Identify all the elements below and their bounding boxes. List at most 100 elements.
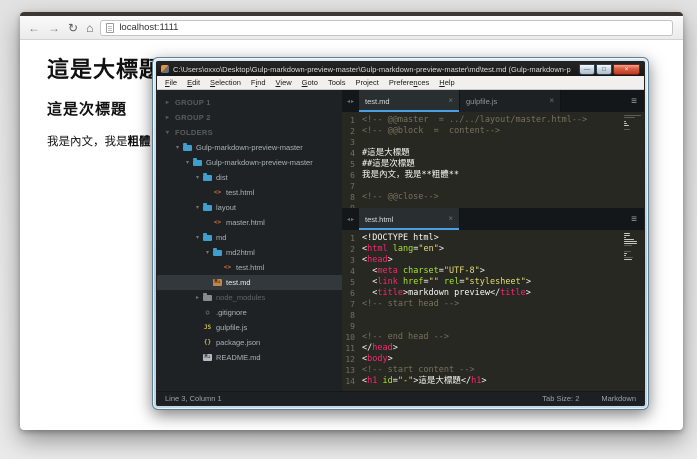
js-file-icon: JS bbox=[203, 324, 212, 331]
tab-close-icon[interactable]: × bbox=[549, 97, 554, 105]
sublime-app-icon bbox=[161, 65, 169, 73]
tab-overflow-menu-icon[interactable]: ≡ bbox=[624, 208, 644, 230]
code-line: 12 < body > bbox=[342, 354, 644, 365]
code-editor-bottom[interactable]: 1 <!DOCTYPE html> 2 < html lang = "en" >3 < head >… bbox=[342, 230, 644, 391]
tree-item-label: Gulp-markdown-preview-master bbox=[206, 158, 313, 167]
tree-item-label: test.html bbox=[226, 188, 255, 197]
tab-gulpfile-js[interactable]: gulpfile.js × bbox=[460, 90, 561, 112]
menu-help[interactable]: Help bbox=[434, 78, 459, 87]
menu-edit[interactable]: Edit bbox=[182, 78, 205, 87]
tree-item-dist[interactable]: ▾ dist bbox=[157, 170, 342, 185]
window-controls: — □ × bbox=[579, 63, 640, 75]
line-number: 12 bbox=[345, 355, 355, 364]
tree-item-readme-md[interactable]: M↓ README.md bbox=[157, 350, 342, 365]
close-button[interactable]: × bbox=[613, 63, 640, 75]
code-line: 2 <!-- @@block = content--> bbox=[342, 126, 644, 137]
code-line: 3 < head > bbox=[342, 255, 644, 266]
tab-scroll-arrows[interactable]: ◂ ▸ bbox=[342, 90, 359, 112]
md-file-icon: M↓ bbox=[213, 279, 222, 286]
line-number: 1 bbox=[350, 116, 355, 125]
tree-item-package-json[interactable]: {} package.json bbox=[157, 335, 342, 350]
menu-file[interactable]: File bbox=[160, 78, 182, 87]
code-line: 5 < link href = "" rel = "stylesheet" > bbox=[342, 277, 644, 288]
sidebar-group-group-2[interactable]: ▸ GROUP 2 bbox=[157, 110, 342, 125]
folder-icon bbox=[202, 292, 213, 301]
code-line: 6 < title >markdown preview</title > bbox=[342, 288, 644, 299]
menu-tools[interactable]: Tools bbox=[323, 78, 351, 87]
tree-item--gitignore[interactable]: ○ .gitignore bbox=[157, 305, 342, 320]
menu-goto[interactable]: Goto bbox=[297, 78, 323, 87]
folder-icon bbox=[202, 232, 213, 241]
tab-label: gulpfile.js bbox=[466, 96, 498, 106]
tree-item-layout[interactable]: ▾ layout bbox=[157, 200, 342, 215]
folder-icon bbox=[202, 202, 213, 211]
tree-item-node-modules[interactable]: ▸ node_modules bbox=[157, 290, 342, 305]
tree-item-label: GROUP 2 bbox=[175, 113, 211, 122]
tab-label: test.md bbox=[365, 96, 390, 106]
sidebar-group-folders[interactable]: ▾ FOLDERS bbox=[157, 125, 342, 140]
line-number: 1 bbox=[350, 234, 355, 243]
line-number: 3 bbox=[350, 138, 355, 147]
window-title: C:\Users\oxxo\Desktop\Gulp-markdown-prev… bbox=[173, 64, 571, 74]
back-icon[interactable]: ← bbox=[28, 22, 40, 34]
window-titlebar[interactable]: C:\Users\oxxo\Desktop\Gulp-markdown-prev… bbox=[157, 62, 644, 76]
menu-project[interactable]: Project bbox=[350, 78, 383, 87]
tree-item-md2html[interactable]: ▾ md2html bbox=[157, 245, 342, 260]
body-text: 我是內文，我是 bbox=[47, 136, 128, 148]
forward-icon[interactable]: → bbox=[48, 22, 60, 34]
chevron-right-icon: ▸ bbox=[165, 100, 170, 106]
sidebar-file-tree[interactable]: ▸ GROUP 1 ▸ GROUP 2 ▾ FOLDERS ▾ Gulp-markdown-p… bbox=[157, 90, 342, 391]
tree-item-gulp-markdown-preview-master[interactable]: ▾ Gulp-markdown-preview-master bbox=[157, 155, 342, 170]
tree-item-gulp-markdown-preview-master[interactable]: ▾ Gulp-markdown-preview-master bbox=[157, 140, 342, 155]
body-bold-text: 粗體 bbox=[127, 136, 151, 148]
tab-scroll-arrows[interactable]: ◂ ▸ bbox=[342, 208, 359, 230]
tab-next-icon[interactable]: ▸ bbox=[351, 98, 354, 105]
reload-icon[interactable]: ↻ bbox=[68, 22, 78, 34]
code-editor-top[interactable]: 1 <!-- @@master = ../../layout/master.htm… bbox=[342, 112, 644, 208]
code-line: 13 <!-- start content --> bbox=[342, 365, 644, 376]
tree-item-label: md bbox=[216, 233, 227, 242]
tree-item-label: layout bbox=[216, 203, 237, 212]
tree-item-test-html[interactable]: <> test.html bbox=[157, 185, 342, 200]
tab-overflow-menu-icon[interactable]: ≡ bbox=[624, 90, 644, 112]
menu-preferences[interactable]: Preferences bbox=[384, 78, 434, 87]
line-number: 2 bbox=[350, 245, 355, 254]
url-text[interactable]: localhost:1111 bbox=[119, 22, 178, 33]
chevron-down-icon: ▾ bbox=[165, 130, 170, 136]
line-number: 5 bbox=[350, 278, 355, 287]
menu-view[interactable]: View bbox=[271, 78, 297, 87]
tab-test-html[interactable]: test.html × bbox=[359, 208, 460, 230]
tab-size-indicator[interactable]: Tab Size: 2 bbox=[542, 394, 579, 403]
syntax-indicator[interactable]: Markdown bbox=[601, 394, 636, 403]
code-line: 11 </head > bbox=[342, 343, 644, 354]
json-file-icon: {} bbox=[203, 339, 212, 346]
address-bar[interactable]: localhost:1111 bbox=[100, 19, 673, 36]
editor-pane-bottom: ◂ ▸ test.html × ≡ 1 <!DOCTYPE html> 2 < html lang… bbox=[342, 208, 644, 391]
minimize-button[interactable]: — bbox=[579, 63, 595, 75]
home-icon[interactable]: ⌂ bbox=[86, 22, 93, 34]
tab-prev-icon[interactable]: ◂ bbox=[347, 98, 350, 105]
tab-close-icon[interactable]: × bbox=[448, 215, 453, 223]
tree-item-test-md[interactable]: M↓ test.md bbox=[157, 275, 342, 290]
menu-selection[interactable]: Selection bbox=[205, 78, 246, 87]
tree-item-gulpfile-js[interactable]: JS gulpfile.js bbox=[157, 320, 342, 335]
menu-find[interactable]: Find bbox=[246, 78, 271, 87]
minimap[interactable] bbox=[624, 115, 641, 133]
maximize-button[interactable]: □ bbox=[596, 63, 612, 75]
tab-test-md[interactable]: test.md × bbox=[359, 90, 460, 112]
code-line: 8 <!-- @@close--> bbox=[342, 192, 644, 203]
sidebar-group-group-1[interactable]: ▸ GROUP 1 bbox=[157, 95, 342, 110]
tree-item-md[interactable]: ▾ md bbox=[157, 230, 342, 245]
line-number: 9 bbox=[350, 322, 355, 331]
tab-prev-icon[interactable]: ◂ bbox=[347, 216, 350, 223]
tree-item-test-html[interactable]: <> test.html bbox=[157, 260, 342, 275]
minimap[interactable] bbox=[624, 233, 641, 261]
code-line: 4 < meta charset = "UTF-8" > bbox=[342, 266, 644, 277]
tab-next-icon[interactable]: ▸ bbox=[351, 216, 354, 223]
tree-item-master-html[interactable]: <> master.html bbox=[157, 215, 342, 230]
tab-close-icon[interactable]: × bbox=[448, 97, 453, 105]
editor-pane-top: ◂ ▸ test.md × gulpfile.js × ≡ 1 <!-- @@master = … bbox=[342, 90, 644, 208]
desktop: ← → ↻ ⌂ localhost:1111 這是大標題 這是次標題 我是內文，我是粗… bbox=[0, 0, 697, 459]
tree-item-label: gulpfile.js bbox=[216, 323, 248, 332]
line-number: 7 bbox=[350, 300, 355, 309]
